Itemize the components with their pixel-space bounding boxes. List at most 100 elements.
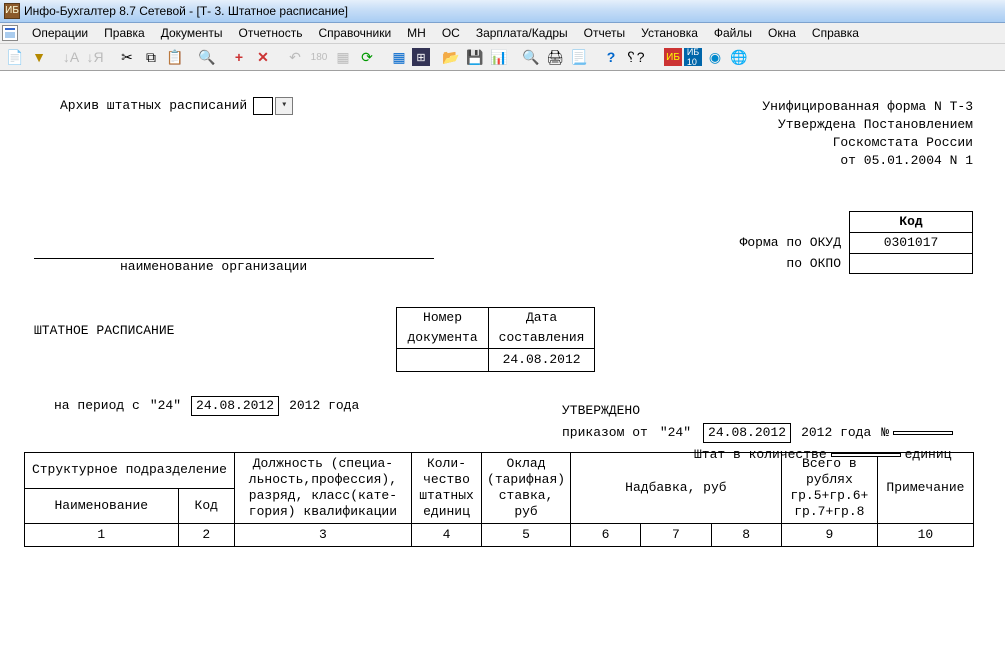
- approved-title: УТВЕРЖДЕНО: [562, 403, 972, 419]
- approved-staff-value[interactable]: [831, 453, 901, 457]
- approved-block: УТВЕРЖДЕНО приказом от "24" 24.08.2012 2…: [562, 403, 972, 463]
- tool-180-icon[interactable]: 180: [308, 46, 330, 68]
- ext-tool1-icon[interactable]: ИБ: [664, 48, 682, 66]
- menu-documents[interactable]: Документы: [153, 24, 231, 42]
- app-icon: ИБ: [4, 3, 20, 19]
- archive-dropdown[interactable]: ▾: [275, 97, 293, 115]
- help-icon[interactable]: ?: [600, 46, 622, 68]
- form-header-line2: Утверждена Постановлением: [20, 117, 973, 133]
- col-note: Примечание: [877, 453, 973, 524]
- col-allow: Надбавка, руб: [570, 453, 781, 524]
- document-area: Архив штатных расписаний ▾ Унифицированн…: [0, 71, 1005, 557]
- context-help-icon[interactable]: ␦?: [624, 46, 646, 68]
- archive-field[interactable]: [253, 97, 273, 115]
- approved-num-symbol: №: [881, 425, 889, 441]
- period-day[interactable]: "24": [150, 398, 181, 414]
- add-icon[interactable]: +: [228, 46, 250, 68]
- okud-value: 0301017: [850, 233, 973, 254]
- menu-windows[interactable]: Окна: [760, 24, 804, 42]
- docnum-date-value[interactable]: 24.08.2012: [488, 349, 595, 372]
- col-code: Код: [178, 488, 234, 524]
- menu-operations[interactable]: Операции: [24, 24, 96, 42]
- col-struct: Структурное подразделение: [25, 453, 235, 489]
- col-qty: Коли- чество штатных единиц: [411, 453, 481, 524]
- colnum-6: 6: [570, 524, 640, 547]
- codes-table: Код Форма по ОКУД 0301017 по ОКПО: [734, 211, 973, 274]
- table-icon[interactable]: ▦: [388, 46, 410, 68]
- sort-desc-icon[interactable]: ↓Я: [84, 46, 106, 68]
- colnum-1: 1: [25, 524, 179, 547]
- globe-icon[interactable]: 🌐: [728, 46, 750, 68]
- export-icon[interactable]: 📊: [488, 46, 510, 68]
- colnum-8: 8: [711, 524, 781, 547]
- find-icon[interactable]: 🔍: [196, 46, 218, 68]
- period-date[interactable]: 24.08.2012: [191, 396, 279, 416]
- colnum-5: 5: [482, 524, 571, 547]
- menu-help[interactable]: Справка: [804, 24, 867, 42]
- period-year: 2012 года: [289, 398, 359, 414]
- paste-icon[interactable]: 📋: [164, 46, 186, 68]
- refresh-icon[interactable]: ⟳: [356, 46, 378, 68]
- ext-tool2-icon[interactable]: ИБ10: [684, 48, 702, 66]
- sort-asc-icon[interactable]: ↓A: [60, 46, 82, 68]
- docnum-num-value[interactable]: [397, 349, 488, 372]
- menu-mn[interactable]: МН: [399, 24, 434, 42]
- col-total: Всего в рублях гр.5+гр.6+ гр.7+гр.8: [781, 453, 877, 524]
- menu-os[interactable]: ОС: [434, 24, 468, 42]
- menu-reference[interactable]: Справочники: [310, 24, 399, 42]
- archive-label: Архив штатных расписаний: [60, 98, 247, 114]
- tool-grid-icon[interactable]: ▦: [332, 46, 354, 68]
- menu-bar: Операции Правка Документы Отчетность Спр…: [0, 23, 1005, 44]
- approved-order-year: 2012 года: [801, 425, 871, 441]
- colnum-9: 9: [781, 524, 877, 547]
- undo-icon[interactable]: ↶: [284, 46, 306, 68]
- colnum-2: 2: [178, 524, 234, 547]
- colnum-3: 3: [234, 524, 411, 547]
- okud-label: Форма по ОКУД: [734, 233, 850, 254]
- menu-edit[interactable]: Правка: [96, 24, 153, 42]
- page-setup-icon[interactable]: 📃: [568, 46, 590, 68]
- calculator-icon[interactable]: ⊞: [412, 48, 430, 66]
- docnum-date-head2: составления: [488, 328, 595, 349]
- title-bar: ИБ Инфо-Бухгалтер 8.7 Сетевой - [Т- 3. Ш…: [0, 0, 1005, 23]
- colnum-10: 10: [877, 524, 973, 547]
- docnum-table: Номер Дата документа составления 24.08.2…: [396, 307, 595, 372]
- docnum-date-head1: Дата: [488, 308, 595, 329]
- approved-order-day[interactable]: "24": [660, 425, 691, 441]
- tool-doc-icon[interactable]: 📄: [4, 46, 26, 68]
- menu-reports1[interactable]: Отчетность: [231, 24, 311, 42]
- approved-order-prefix: приказом от: [562, 425, 648, 441]
- main-table: Структурное подразделение Должность (спе…: [24, 452, 974, 547]
- remove-icon[interactable]: ✕: [252, 46, 274, 68]
- okpo-value[interactable]: [850, 254, 973, 274]
- save-icon[interactable]: 💾: [464, 46, 486, 68]
- cut-icon[interactable]: ✂: [116, 46, 138, 68]
- approved-order-date[interactable]: 24.08.2012: [703, 423, 791, 443]
- codes-kod-header: Код: [850, 212, 973, 233]
- form-header-line3: Госкомстата России: [20, 135, 973, 151]
- menu-salary[interactable]: Зарплата/Кадры: [468, 24, 576, 42]
- docnum-num-head1: Номер: [397, 308, 488, 329]
- form-header-line4: от 05.01.2004 N 1: [20, 153, 973, 169]
- approved-num-value[interactable]: [893, 431, 953, 435]
- approved-staff-prefix: Штат в количестве: [694, 447, 827, 463]
- col-salary: Оклад (тарифная) ставка, руб: [482, 453, 571, 524]
- menu-reports2[interactable]: Отчеты: [576, 24, 633, 42]
- menu-files[interactable]: Файлы: [706, 24, 760, 42]
- system-menu-icon[interactable]: [2, 25, 18, 41]
- form-title: ШТАТНОЕ РАСПИСАНИЕ: [34, 323, 174, 339]
- okpo-label: по ОКПО: [734, 254, 850, 274]
- colnum-7: 7: [641, 524, 711, 547]
- approved-staff-suffix: единиц: [905, 447, 952, 463]
- print-icon[interactable]: 🖨: [544, 46, 566, 68]
- toolbar: 📄 ▼ ↓A ↓Я ✂ ⧉ 📋 🔍 + ✕ ↶ 180 ▦ ⟳ ▦ ⊞ 📂 💾 …: [0, 44, 1005, 71]
- filter-icon[interactable]: ▼: [28, 46, 50, 68]
- preview-icon[interactable]: 🔍: [520, 46, 542, 68]
- ext-tool3-icon[interactable]: ◉: [704, 46, 726, 68]
- open-folder-icon[interactable]: 📂: [440, 46, 462, 68]
- menu-setup[interactable]: Установка: [633, 24, 706, 42]
- window-title: Инфо-Бухгалтер 8.7 Сетевой - [Т- 3. Штат…: [24, 4, 348, 18]
- col-name: Наименование: [25, 488, 179, 524]
- docnum-num-head2: документа: [397, 328, 488, 349]
- copy-icon[interactable]: ⧉: [140, 46, 162, 68]
